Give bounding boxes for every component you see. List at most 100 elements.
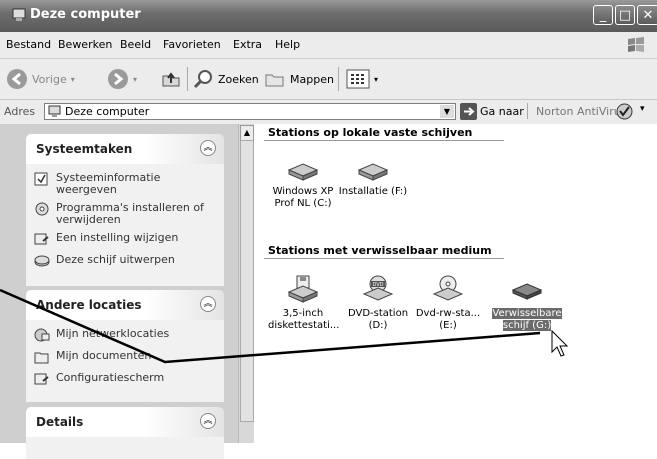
place-label: Configuratiescherm xyxy=(56,371,165,384)
drive-label: Installatie (F:) xyxy=(338,186,408,197)
menu-bar: Bestand Bewerken Beeld Favorieten Extra … xyxy=(0,32,657,59)
eject-drive-icon xyxy=(34,255,50,267)
settings-icon xyxy=(34,233,49,245)
address-bar: Adres Deze computer ▼ Ga naar Norton Ant… xyxy=(0,100,657,125)
go-label: Ga naar xyxy=(480,105,524,118)
address-dropdown-icon[interactable]: ▼ xyxy=(440,105,454,118)
drive-label: Windows XP Prof NL (C:) xyxy=(272,186,334,209)
drive-label: 3,5-inch diskettestati... xyxy=(268,308,340,331)
folders-icon xyxy=(265,74,284,87)
title-bar: Deze computer _ □ ✕ xyxy=(0,0,657,32)
documents-folder-icon xyxy=(34,352,49,364)
place-documents[interactable]: Mijn documenten xyxy=(26,350,224,366)
views-button[interactable]: ▾ xyxy=(346,67,378,91)
forward-arrow-icon xyxy=(108,69,128,89)
other-places-header[interactable]: Andere locaties ︽ xyxy=(26,290,224,320)
collapse-icon[interactable]: ︽ xyxy=(200,413,216,429)
task-add-remove-programs[interactable]: Programma's installeren of verwijderen xyxy=(26,202,224,226)
menu-favorieten[interactable]: Favorieten xyxy=(163,38,221,51)
task-pane: Systeemtaken ︽ Systeeminformatie weergev… xyxy=(0,124,238,459)
computer-icon xyxy=(12,8,26,21)
back-dropdown-icon[interactable]: ▾ xyxy=(71,75,75,84)
programs-icon xyxy=(35,202,49,216)
drives-view: Stations op lokale vaste schijven Window… xyxy=(254,124,657,443)
menu-bewerken[interactable]: Bewerken xyxy=(58,38,112,51)
search-button[interactable]: Zoeken xyxy=(192,67,259,91)
details-title: Details xyxy=(36,415,84,429)
removable-disk-icon xyxy=(511,283,543,300)
place-label: Mijn documenten xyxy=(56,349,152,362)
views-dropdown-icon[interactable]: ▾ xyxy=(374,75,378,84)
system-tasks-title: Systeemtaken xyxy=(36,142,133,156)
task-label: Systeeminformatie weergeven xyxy=(56,171,161,196)
drive-f[interactable]: Installatie (F:) xyxy=(338,160,408,198)
address-field[interactable]: Deze computer ▼ xyxy=(44,103,456,120)
folders-label: Mappen xyxy=(290,72,334,86)
task-eject-drive[interactable]: Deze schijf uitwerpen xyxy=(26,254,224,270)
menu-extra[interactable]: Extra xyxy=(233,38,262,51)
other-places-title: Andere locaties xyxy=(36,298,142,312)
norton-label: Norton AntiVirus xyxy=(536,105,627,118)
task-system-info[interactable]: Systeeminformatie weergeven xyxy=(26,172,224,196)
task-label: Deze schijf uitwerpen xyxy=(56,253,175,266)
control-panel-icon xyxy=(34,373,49,385)
floppy-drive-icon xyxy=(287,275,319,303)
close-button[interactable]: ✕ xyxy=(637,5,657,25)
address-value: Deze computer xyxy=(65,105,150,118)
drive-g[interactable]: Verwisselbare schijf (G:) xyxy=(492,274,562,332)
search-label: Zoeken xyxy=(218,72,259,86)
search-icon xyxy=(193,70,212,89)
section-removable-drives: Stations met verwisselbaar medium xyxy=(268,244,492,257)
norton-icon[interactable] xyxy=(616,103,633,120)
window-title: Deze computer xyxy=(30,7,141,22)
forward-button[interactable]: ▾ xyxy=(107,67,137,91)
other-places-panel: Andere locaties ︽ Mijn netwerklocaties M… xyxy=(26,290,224,402)
collapse-icon[interactable]: ︽ xyxy=(200,296,216,312)
scroll-up-icon[interactable]: ▲ xyxy=(240,125,254,141)
computer-icon xyxy=(48,105,61,117)
maximize-button[interactable]: □ xyxy=(615,5,635,25)
views-icon xyxy=(346,69,370,89)
minimize-button[interactable]: _ xyxy=(593,5,613,25)
dvd-rw-drive-icon xyxy=(432,275,464,301)
folders-button[interactable]: Mappen xyxy=(264,67,334,91)
place-label: Mijn netwerklocaties xyxy=(56,327,170,340)
up-folder-icon xyxy=(162,72,180,87)
forward-dropdown-icon[interactable]: ▾ xyxy=(133,75,137,84)
up-folder-button[interactable] xyxy=(160,67,182,91)
place-control-panel[interactable]: Configuratiescherm xyxy=(26,372,224,388)
drive-label: Dvd-rw-sta... (E:) xyxy=(415,308,481,331)
drive-a[interactable]: 3,5-inch diskettestati... xyxy=(268,274,340,332)
address-label: Adres xyxy=(4,105,36,118)
system-tasks-panel: Systeemtaken ︽ Systeeminformatie weergev… xyxy=(26,134,224,286)
go-button[interactable]: Ga naar xyxy=(460,103,524,120)
system-tasks-header[interactable]: Systeemtaken ︽ xyxy=(26,134,224,164)
windows-logo-icon xyxy=(628,37,644,52)
place-network[interactable]: Mijn netwerklocaties xyxy=(26,328,224,344)
collapse-icon[interactable]: ︽ xyxy=(200,140,216,156)
back-button[interactable]: Vorige ▾ xyxy=(6,67,75,91)
go-arrow-icon xyxy=(460,103,477,120)
drive-label: DVD-station (D:) xyxy=(347,308,409,331)
scroll-thumb[interactable] xyxy=(240,140,254,422)
menu-bestand[interactable]: Bestand xyxy=(6,38,51,51)
menu-beeld[interactable]: Beeld xyxy=(120,38,151,51)
details-header[interactable]: Details ︽ xyxy=(26,407,224,437)
task-label: Programma's installeren of verwijderen xyxy=(56,201,204,226)
task-change-setting[interactable]: Een instelling wijzigen xyxy=(26,232,224,248)
drive-c[interactable]: Windows XP Prof NL (C:) xyxy=(268,160,338,210)
drive-label: Verwisselbare schijf (G:) xyxy=(492,308,562,331)
dvd-drive-icon: DVD xyxy=(362,275,394,301)
menu-help[interactable]: Help xyxy=(275,38,300,51)
details-panel: Details ︽ xyxy=(26,407,224,459)
section-fixed-drives: Stations op lokale vaste schijven xyxy=(268,126,473,139)
norton-dropdown-icon[interactable]: ▾ xyxy=(640,104,645,114)
network-icon xyxy=(34,328,50,342)
system-info-icon xyxy=(34,172,48,186)
task-pane-scrollbar[interactable]: ▲ xyxy=(238,124,254,443)
toolbar: Vorige ▾ ▾ Zoeken Mappen ▾ xyxy=(0,59,657,100)
hard-drive-icon xyxy=(357,163,389,181)
drive-e[interactable]: Dvd-rw-sta... (E:) xyxy=(413,274,483,332)
task-label: Een instelling wijzigen xyxy=(56,231,179,244)
drive-d[interactable]: DVD DVD-station (D:) xyxy=(343,274,413,332)
